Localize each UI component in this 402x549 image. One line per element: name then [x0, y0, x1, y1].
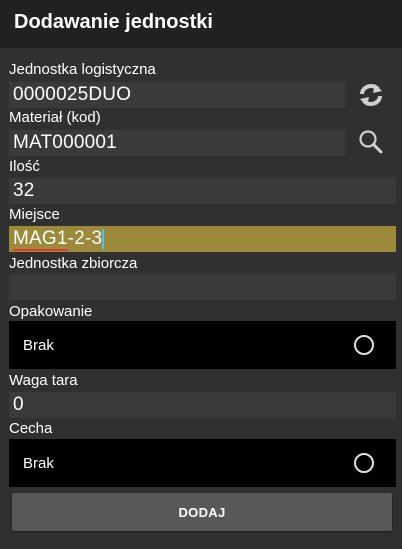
- search-button[interactable]: [351, 127, 391, 157]
- refresh-icon: [360, 84, 382, 106]
- feature-select[interactable]: Brak: [9, 439, 396, 487]
- add-button[interactable]: DODAJ: [12, 493, 392, 531]
- material-value: MAT000001: [13, 132, 117, 153]
- page-title: Dodawanie jednostki: [14, 11, 213, 33]
- location-value: MAG1-2-3: [13, 228, 103, 249]
- logistic-unit-value: 0000025DUO: [13, 84, 132, 105]
- feature-selected: Brak: [23, 455, 54, 472]
- tare-weight-value: 0: [13, 394, 24, 415]
- radio-circle-icon: [354, 453, 374, 473]
- title-bar: Dodawanie jednostki: [0, 0, 402, 48]
- collective-unit-label: Jednostka zbiorcza: [9, 255, 138, 272]
- search-icon: [359, 130, 383, 154]
- text-cursor: [102, 229, 104, 249]
- tare-weight-input[interactable]: 0: [9, 392, 396, 418]
- quantity-label: Ilość: [9, 158, 40, 175]
- tare-weight-label: Waga tara: [9, 372, 78, 389]
- location-input[interactable]: MAG1-2-3: [9, 226, 396, 252]
- packaging-selected: Brak: [23, 337, 54, 354]
- feature-label: Cecha: [9, 420, 53, 437]
- location-label: Miejsce: [9, 206, 60, 223]
- quantity-value: 32: [13, 180, 35, 201]
- quantity-input[interactable]: 32: [9, 178, 396, 204]
- packaging-label: Opakowanie: [9, 303, 93, 320]
- radio-circle-icon: [354, 335, 374, 355]
- logistic-unit-label: Jednostka logistyczna: [9, 61, 156, 78]
- logistic-unit-input[interactable]: 0000025DUO: [9, 82, 345, 108]
- refresh-button[interactable]: [351, 80, 391, 110]
- spellcheck-underline: [13, 249, 68, 251]
- material-input[interactable]: MAT000001: [9, 130, 345, 156]
- packaging-select[interactable]: Brak: [9, 321, 396, 369]
- material-label: Materiał (kod): [9, 109, 101, 126]
- collective-unit-input[interactable]: [9, 274, 396, 300]
